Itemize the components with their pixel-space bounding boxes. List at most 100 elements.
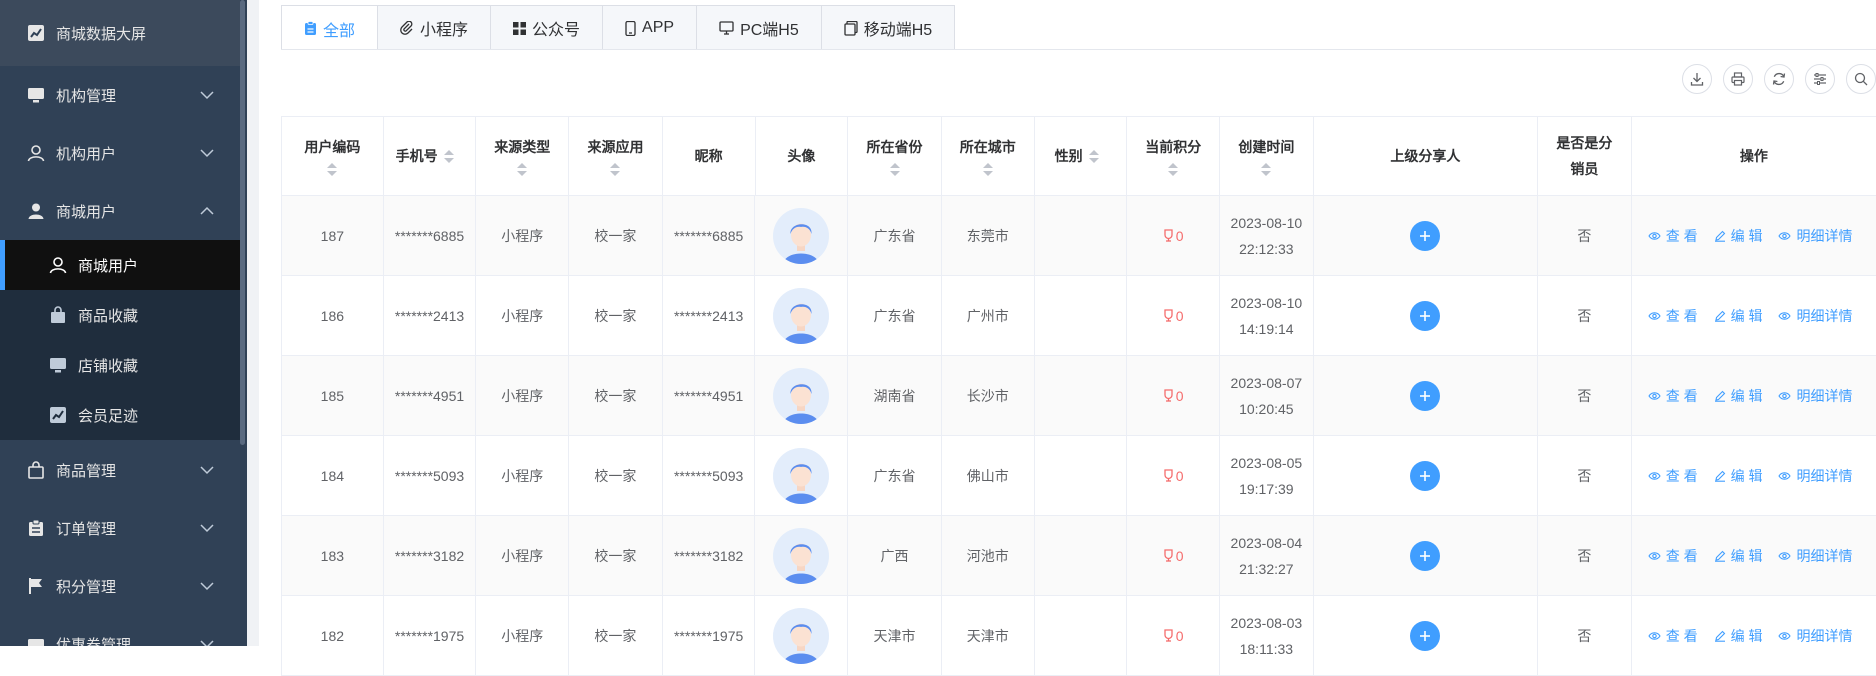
table-cell bbox=[755, 516, 849, 596]
edit-button[interactable]: 编 辑 bbox=[1714, 386, 1762, 406]
source-type: 小程序 bbox=[501, 227, 544, 244]
avatar bbox=[773, 287, 830, 344]
view-button[interactable]: 查 看 bbox=[1648, 626, 1698, 646]
table-cell bbox=[1034, 516, 1128, 596]
sidebar-scrollbar[interactable] bbox=[240, 0, 245, 445]
header-province[interactable]: 所在省份 bbox=[848, 117, 942, 196]
view-button[interactable]: 查 看 bbox=[1648, 546, 1698, 566]
edit-button[interactable]: 编 辑 bbox=[1714, 546, 1762, 566]
header-source-type[interactable]: 来源类型 bbox=[476, 117, 570, 196]
table-cell: 查 看 编 辑 明细详情 bbox=[1631, 516, 1876, 596]
sidebar-subitem-shop-favorites[interactable]: 店铺收藏 bbox=[0, 340, 240, 390]
sidebar-item-order-manage[interactable]: 订单管理 bbox=[0, 499, 240, 557]
add-referrer-button[interactable] bbox=[1410, 380, 1441, 411]
header-gender[interactable]: 性别 bbox=[1034, 117, 1128, 196]
sort-icon[interactable] bbox=[1261, 162, 1272, 176]
refresh-button[interactable] bbox=[1764, 64, 1794, 94]
sidebar-item-org-manage[interactable]: 机构管理 bbox=[0, 66, 240, 124]
tab-official-account[interactable]: 公众号 bbox=[490, 6, 602, 50]
tab-mobile-h5[interactable]: 移动端H5 bbox=[820, 6, 954, 50]
column-settings-button[interactable] bbox=[1805, 64, 1835, 94]
table-cell bbox=[1313, 516, 1538, 596]
details-button[interactable]: 明细详情 bbox=[1778, 386, 1852, 406]
sort-icon[interactable] bbox=[982, 162, 993, 176]
edit-button[interactable]: 编 辑 bbox=[1714, 226, 1762, 246]
table-cell: 0 bbox=[1127, 196, 1220, 276]
sidebar-item-points-manage[interactable]: 积分管理 bbox=[0, 557, 240, 615]
view-button[interactable]: 查 看 bbox=[1648, 466, 1698, 486]
chevron-up-icon bbox=[200, 206, 214, 216]
sort-icon[interactable] bbox=[327, 162, 338, 176]
details-button[interactable]: 明细详情 bbox=[1778, 306, 1852, 326]
sidebar-item-label: 商品收藏 bbox=[78, 307, 139, 325]
sidebar-subitem-product-favorites[interactable]: 商品收藏 bbox=[0, 290, 240, 340]
sidebar-item-coupon-manage[interactable]: 优惠券管理 bbox=[0, 615, 240, 646]
created-time: 2023-08-04 21:32:27 bbox=[1231, 530, 1303, 582]
view-button[interactable]: 查 看 bbox=[1648, 226, 1698, 246]
add-referrer-button[interactable] bbox=[1410, 220, 1441, 251]
eye-icon bbox=[1648, 551, 1666, 561]
sidebar-item-org-users[interactable]: 机构用户 bbox=[0, 124, 240, 182]
sidebar-item-dashboard[interactable]: 商城数据大屏 bbox=[0, 0, 240, 66]
details-button[interactable]: 明细详情 bbox=[1778, 466, 1852, 486]
add-referrer-button[interactable] bbox=[1410, 620, 1441, 651]
sort-icon[interactable] bbox=[889, 162, 900, 176]
edit-icon bbox=[1714, 230, 1731, 242]
sort-icon[interactable] bbox=[517, 162, 528, 176]
monitor-icon bbox=[26, 85, 46, 105]
edit-button[interactable]: 编 辑 bbox=[1714, 466, 1762, 486]
table-cell: 2023-08-05 19:17:39 bbox=[1220, 436, 1314, 516]
edit-button[interactable]: 编 辑 bbox=[1714, 626, 1762, 646]
city: 长沙市 bbox=[966, 387, 1009, 404]
print-button[interactable] bbox=[1723, 64, 1753, 94]
tab-mini-program[interactable]: 小程序 bbox=[377, 6, 490, 50]
header-source-app[interactable]: 来源应用 bbox=[569, 117, 663, 196]
tab-label: 公众号 bbox=[532, 22, 581, 39]
table-body: 187 *******6885 小程序 校一家 *******6885 广东省 东莞市 0 20… bbox=[282, 196, 1876, 676]
header-label: 性别 bbox=[1054, 148, 1083, 164]
created-clock: 10:20:45 bbox=[1239, 400, 1294, 417]
sort-icon[interactable] bbox=[1088, 149, 1099, 163]
avatar bbox=[773, 447, 830, 504]
view-button[interactable]: 查 看 bbox=[1648, 306, 1698, 326]
add-referrer-button[interactable] bbox=[1410, 300, 1441, 331]
tab-all[interactable]: 全部 bbox=[282, 6, 378, 51]
add-referrer-button[interactable] bbox=[1410, 540, 1441, 571]
header-phone[interactable]: 手机号 bbox=[383, 117, 477, 196]
table-cell: *******5093 bbox=[662, 436, 756, 516]
plus-icon bbox=[1419, 470, 1431, 482]
sort-icon[interactable] bbox=[1168, 162, 1179, 176]
details-button[interactable]: 明细详情 bbox=[1778, 226, 1852, 246]
sidebar-subitem-mall-users[interactable]: 商城用户 bbox=[0, 240, 240, 290]
header-user-id[interactable]: 用户编码 bbox=[282, 117, 384, 196]
details-button[interactable]: 明细详情 bbox=[1778, 626, 1852, 646]
details-button[interactable]: 明细详情 bbox=[1778, 546, 1852, 566]
edit-button[interactable]: 编 辑 bbox=[1714, 306, 1762, 326]
tab-pc-h5[interactable]: PC端H5 bbox=[696, 6, 821, 50]
table-cell: *******5093 bbox=[383, 436, 477, 516]
sidebar-item-mall-users[interactable]: 商城用户 bbox=[0, 182, 240, 240]
export-button[interactable] bbox=[1682, 64, 1712, 94]
tab-app[interactable]: APP bbox=[602, 6, 696, 50]
add-referrer-button[interactable] bbox=[1410, 460, 1441, 491]
header-city[interactable]: 所在城市 bbox=[941, 117, 1035, 196]
sort-icon[interactable] bbox=[610, 162, 621, 176]
header-points[interactable]: 当前积分 bbox=[1127, 117, 1221, 196]
search-button[interactable] bbox=[1846, 64, 1876, 94]
sidebar-item-label: 机构管理 bbox=[56, 87, 117, 105]
sidebar-item-product-manage[interactable]: 商品管理 bbox=[0, 441, 240, 499]
eye-icon bbox=[1778, 391, 1796, 401]
table-cell: 佛山市 bbox=[941, 436, 1035, 516]
sliders-icon bbox=[1813, 72, 1827, 86]
view-button[interactable]: 查 看 bbox=[1648, 386, 1698, 406]
distributor-flag: 否 bbox=[1577, 547, 1592, 564]
eye-icon bbox=[1648, 471, 1666, 481]
table-cell bbox=[755, 276, 849, 356]
sidebar-subitem-member-footprint[interactable]: 会员足迹 bbox=[0, 390, 240, 440]
phone: *******4951 bbox=[394, 387, 465, 404]
tab-label: 移动端H5 bbox=[863, 22, 933, 39]
sort-icon[interactable] bbox=[443, 149, 454, 163]
table-cell: 查 看 编 辑 明细详情 bbox=[1631, 436, 1876, 516]
points-number: 0 bbox=[1175, 467, 1184, 484]
header-created-at[interactable]: 创建时间 bbox=[1220, 117, 1314, 196]
